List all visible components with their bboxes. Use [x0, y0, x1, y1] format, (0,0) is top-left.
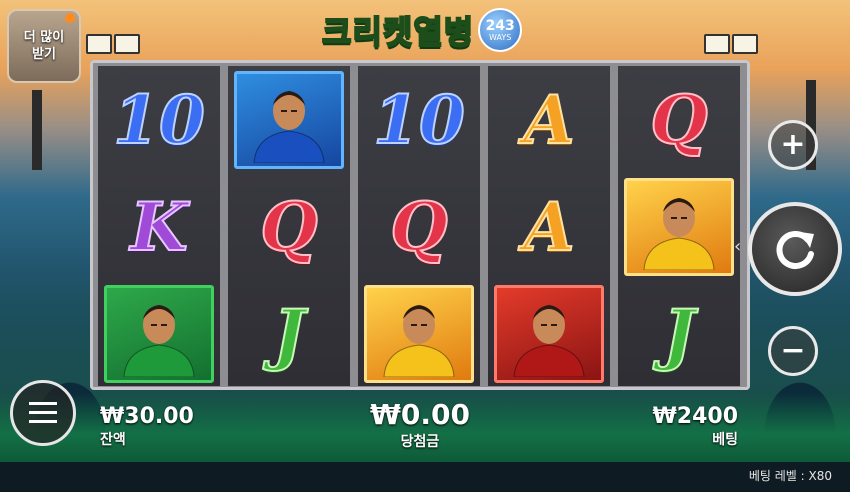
symbol-glyph: A [522, 187, 575, 266]
symbol-player-card [618, 173, 740, 280]
reel-3: 10 Q [358, 66, 480, 386]
floodlight-icon [732, 34, 758, 54]
symbol-player-card [98, 280, 220, 387]
notification-dot-icon [65, 13, 75, 23]
balance-display: ₩30.00 잔액 [100, 404, 194, 449]
symbol-a: A [488, 66, 610, 173]
balance-label: 잔액 [100, 432, 126, 448]
bet-value: ₩2400 [652, 404, 739, 429]
symbol-10: 10 [98, 66, 220, 173]
symbol-q: Q [618, 66, 740, 173]
game-title: 크리켓열병 [321, 12, 475, 52]
symbol-glyph: J [272, 294, 305, 373]
green-batsman-icon [104, 284, 214, 383]
reel-2: QJ [228, 66, 350, 386]
symbol-k: K [98, 173, 220, 280]
floodlight-tower-left [32, 90, 42, 170]
spin-button[interactable] [748, 202, 842, 296]
ways-badge: 243 WAYS [478, 8, 523, 52]
bet-level-display: 베팅 레벨 : X80 [749, 467, 832, 484]
symbol-j: J [618, 280, 740, 387]
reel-4: AA [488, 66, 610, 386]
hamburger-menu-icon [29, 402, 57, 423]
symbol-10: 10 [358, 66, 480, 173]
bet-level-label: 베팅 레벨 [748, 469, 797, 483]
minus-icon: − [780, 333, 806, 368]
symbol-glyph: Q [649, 80, 708, 159]
symbol-player-card [228, 66, 350, 173]
promo-button[interactable]: 더 많이 받기 [7, 9, 81, 83]
game-logo: 크리켓열병 243 WAYS [321, 6, 523, 54]
red-batsman-icon [494, 284, 604, 383]
symbol-glyph: A [522, 80, 575, 159]
slot-reels: 10 K Q J 10 Q A A Q J [90, 60, 750, 390]
spin-arrow-icon [776, 231, 814, 269]
promo-line2: 받기 [32, 47, 56, 62]
symbol-player-card [488, 280, 610, 387]
yellow-captain-icon [364, 284, 474, 383]
symbol-glyph: K [129, 187, 188, 266]
reel-5: QJ [618, 66, 740, 386]
plus-icon: + [780, 127, 806, 162]
bet-display: ₩2400 베팅 [653, 404, 739, 449]
symbol-a: A [488, 173, 610, 280]
symbol-glyph: 10 [372, 80, 466, 159]
symbol-glyph: Q [389, 187, 448, 266]
symbol-player-card [358, 280, 480, 387]
symbol-glyph: J [662, 294, 695, 373]
balance-value: ₩30.00 [100, 404, 194, 429]
ways-label: WAYS [489, 32, 512, 42]
promo-line1: 더 많이 [23, 30, 65, 45]
symbol-q: Q [358, 173, 480, 280]
increase-bet-button[interactable]: + [768, 120, 818, 170]
menu-button[interactable] [10, 380, 76, 446]
chevron-left-icon[interactable]: ‹ [734, 236, 741, 257]
decrease-bet-button[interactable]: − [768, 326, 818, 376]
yellow-captain-icon [624, 177, 734, 276]
floodlight-icon [114, 34, 140, 54]
blue-bowler-icon [234, 70, 344, 169]
bet-level-separator: : [796, 469, 809, 483]
bottom-bar [0, 462, 850, 492]
symbol-q: Q [228, 173, 350, 280]
symbol-j: J [228, 280, 350, 387]
ways-number: 243 [485, 17, 515, 34]
win-value: ₩0.00 [370, 398, 470, 431]
symbol-glyph: Q [259, 187, 318, 266]
bet-label: 베팅 [712, 432, 738, 448]
floodlight-icon [704, 34, 730, 54]
floodlight-icon [86, 34, 112, 54]
win-label: 당첨금 [400, 434, 440, 450]
bet-level-value: X80 [808, 469, 833, 483]
win-display: ₩0.00 당첨금 [370, 398, 470, 451]
reel-1: 10 K [98, 66, 220, 386]
symbol-glyph: 10 [112, 80, 206, 159]
